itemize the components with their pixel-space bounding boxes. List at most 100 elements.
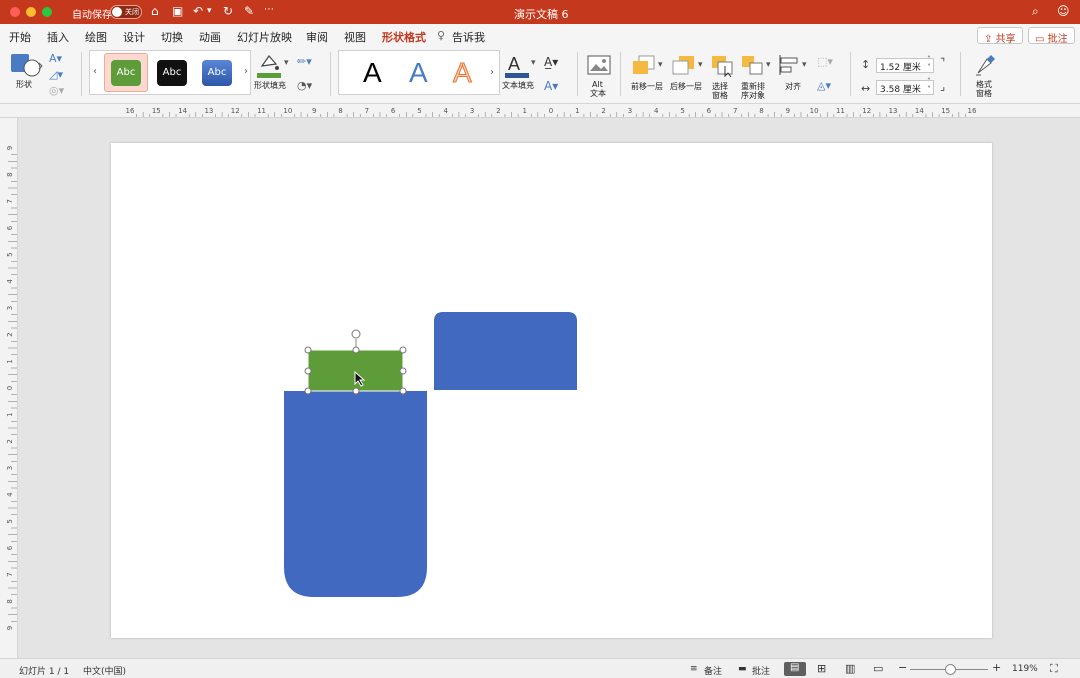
close-window-button[interactable]	[10, 7, 20, 17]
text-fill-dropdown-icon[interactable]: ▾	[531, 58, 536, 68]
resize-handle[interactable]	[352, 387, 360, 395]
send-backward-icon[interactable]	[671, 54, 697, 78]
ruler-tick-label: 6	[6, 545, 14, 550]
share-button[interactable]: ⇪ 共享	[977, 27, 1023, 45]
resize-handle[interactable]	[352, 346, 360, 354]
send-backward-dropdown-icon[interactable]: ▾	[698, 60, 703, 70]
home-icon[interactable]: ⌂	[151, 4, 159, 18]
wordart-black[interactable]: A	[363, 57, 382, 89]
width-input[interactable]: 3.58 厘米	[876, 80, 934, 95]
bring-forward-icon[interactable]	[631, 54, 657, 78]
customize-icon[interactable]: ✎	[244, 4, 254, 18]
zoom-in-icon[interactable]: +	[992, 661, 1001, 674]
resize-handle[interactable]	[399, 346, 407, 354]
resize-handle[interactable]	[304, 387, 312, 395]
comment-button[interactable]: ▭ 批注	[1028, 27, 1075, 45]
tab-draw[interactable]: 绘图	[85, 29, 107, 45]
resize-handle[interactable]	[399, 367, 407, 375]
zoom-slider-thumb[interactable]	[945, 664, 956, 675]
ruler-tick-label: 15	[941, 107, 950, 115]
tab-home[interactable]: 开始	[9, 29, 31, 45]
tab-review[interactable]: 审阅	[306, 29, 328, 45]
tab-transitions[interactable]: 切换	[161, 29, 183, 45]
blue-pocket-shape[interactable]	[284, 391, 427, 597]
tab-shape-format[interactable]: 形状格式	[382, 29, 426, 49]
undo-dropdown-icon[interactable]: ▾	[207, 6, 212, 16]
undo-icon[interactable]: ↶	[193, 4, 203, 18]
fit-slide-icon[interactable]: ⛶	[1050, 662, 1058, 676]
bring-forward-dropdown-icon[interactable]: ▾	[658, 60, 663, 70]
selection-pane-label-2: 窗格	[712, 91, 728, 100]
save-icon[interactable]: ▣	[172, 4, 183, 18]
gallery-next-icon[interactable]: ›	[244, 66, 248, 77]
reorder-objects-icon[interactable]	[740, 54, 766, 78]
tab-slideshow[interactable]: 幻灯片放映	[237, 29, 292, 45]
wordart-next-icon[interactable]: ›	[490, 67, 494, 78]
crop-top-icon[interactable]: ⌝	[940, 56, 945, 69]
green-rectangle-shape[interactable]	[307, 349, 404, 392]
minimize-window-button[interactable]	[26, 7, 36, 17]
notes-button[interactable]: 备注	[704, 664, 722, 677]
rotate-icon[interactable]: ◬▾	[817, 79, 831, 92]
text-outline-icon[interactable]: A̲▾	[544, 55, 558, 69]
comments-button[interactable]: 批注	[752, 664, 770, 677]
tab-tell-me[interactable]: 告诉我	[452, 29, 485, 45]
shape-outline-icon[interactable]: ✏▾	[297, 55, 312, 68]
reorder-dropdown-icon[interactable]: ▾	[766, 60, 771, 70]
width-stepper-icon[interactable]: ˄ ˅	[927, 78, 931, 94]
shape-fill-dropdown-icon[interactable]: ▾	[284, 58, 289, 68]
edit-shape-icon[interactable]: ◿▾	[49, 68, 63, 81]
style-blue[interactable]: Abc	[202, 60, 232, 86]
wordart-orange[interactable]: A	[453, 57, 473, 89]
zoom-level[interactable]: 119%	[1012, 664, 1038, 674]
autosave-toggle[interactable]: 关闭	[110, 5, 142, 19]
alt-text-icon[interactable]	[587, 54, 611, 76]
wordart-blue[interactable]: A	[409, 57, 428, 89]
tab-view[interactable]: 视图	[344, 29, 366, 45]
redo-icon[interactable]: ↻	[223, 4, 233, 18]
group-icon[interactable]: ⬚▾	[817, 55, 833, 68]
tab-animations[interactable]: 动画	[199, 29, 221, 45]
tab-insert[interactable]: 插入	[47, 29, 69, 45]
resize-handle[interactable]	[304, 367, 312, 375]
more-icon[interactable]: ⋯	[264, 4, 274, 15]
merge-shapes-icon[interactable]: ◎▾	[49, 84, 64, 97]
height-stepper-icon[interactable]: ˄ ˅	[927, 56, 931, 72]
reading-view-icon[interactable]: ▥	[845, 662, 855, 675]
resize-handle[interactable]	[304, 346, 312, 354]
align-dropdown-icon[interactable]: ▾	[802, 60, 807, 70]
shape-fill-icon[interactable]	[256, 52, 282, 78]
text-fill-label: 文本填充	[502, 81, 534, 90]
selection-pane-icon[interactable]	[710, 54, 734, 78]
search-icon[interactable]: ⌕	[1032, 4, 1039, 19]
rotation-handle[interactable]	[351, 329, 361, 339]
format-pane-icon[interactable]	[973, 53, 997, 77]
ruler-tick-label: 12	[862, 107, 871, 115]
shape-effects-icon[interactable]: ◔▾	[297, 79, 312, 92]
style-green[interactable]: Abc	[111, 60, 141, 86]
tab-design[interactable]: 设计	[123, 29, 145, 45]
gallery-prev-icon[interactable]: ‹	[93, 66, 97, 77]
autosave-state: 关闭	[125, 8, 139, 16]
style-black[interactable]: Abc	[157, 60, 187, 86]
vertical-ruler-ticks: 9 8 7 6 5 4 3 2 1 0 1 2 3 4 5 6 7 8 9	[6, 146, 17, 630]
text-fill-icon[interactable]: A	[504, 52, 530, 78]
account-icon[interactable]: ☺	[1057, 4, 1070, 18]
zoom-window-button[interactable]	[42, 7, 52, 17]
shape-styles-gallery: ‹ Abc Abc Abc ›	[89, 50, 251, 95]
align-icon[interactable]	[778, 54, 802, 76]
text-effects-icon[interactable]: A▾	[544, 79, 558, 93]
height-input[interactable]: 1.52 厘米	[876, 58, 934, 73]
language-indicator[interactable]: 中文(中国)	[83, 664, 126, 677]
normal-view-button[interactable]: ▤	[784, 662, 806, 676]
slide-sorter-icon[interactable]: ⊞	[817, 662, 826, 675]
zoom-out-icon[interactable]: −	[898, 661, 907, 674]
blue-top-shape[interactable]	[434, 312, 577, 390]
resize-handle[interactable]	[399, 387, 407, 395]
slideshow-icon[interactable]: ▭	[873, 662, 883, 675]
ribbon-tabs: 开始 插入 绘图 设计 切换 动画 幻灯片放映 审阅 视图 形状格式 ♀ 告诉我…	[0, 24, 1080, 49]
crop-bottom-icon[interactable]: ⌟	[940, 80, 945, 93]
shapes-icon[interactable]	[10, 52, 44, 78]
textbox-icon[interactable]: A▾	[49, 52, 62, 65]
slide[interactable]	[111, 143, 992, 638]
